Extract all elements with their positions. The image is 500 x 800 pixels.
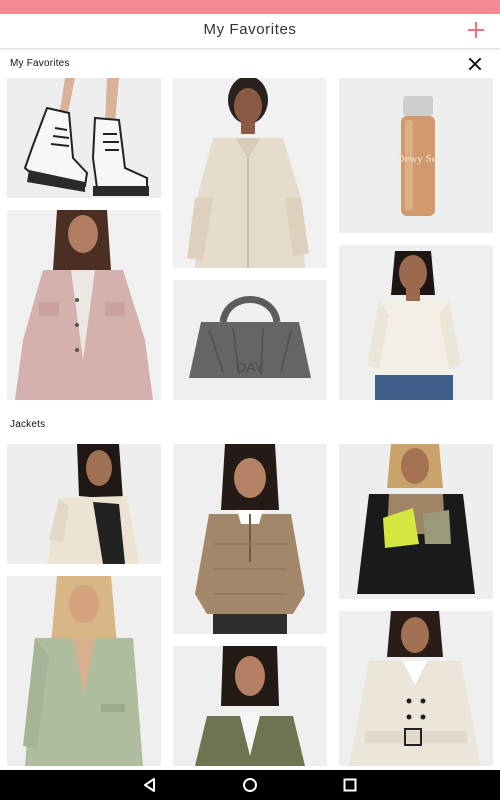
product-tile-cream-belted-coat[interactable] bbox=[339, 611, 493, 766]
bag-print-text: DAY bbox=[236, 359, 264, 375]
jacket-image bbox=[7, 210, 161, 400]
boots-image bbox=[7, 78, 161, 198]
spray-bottle-image: Dewy Set bbox=[339, 78, 493, 233]
status-bar bbox=[0, 0, 500, 14]
product-tile-cream-ribbed-top[interactable] bbox=[339, 245, 493, 400]
overshirt-image bbox=[7, 444, 161, 564]
system-nav-bar bbox=[0, 770, 500, 800]
shirt-image bbox=[173, 78, 327, 268]
product-tile-beige-oversized-shirt[interactable] bbox=[173, 78, 327, 268]
bottle-label-text: Dewy Set bbox=[396, 153, 439, 165]
home-circle-icon[interactable] bbox=[240, 775, 260, 795]
plus-icon[interactable] bbox=[466, 20, 486, 40]
product-tile-cream-overshirt-jacket[interactable] bbox=[7, 444, 161, 564]
favorites-section-label: My Favorites bbox=[10, 58, 70, 69]
product-tile-black-neon-fleece-jacket[interactable] bbox=[339, 444, 493, 599]
back-triangle-icon[interactable] bbox=[140, 775, 160, 795]
product-tile-grey-quilted-tote-bag[interactable]: DAY bbox=[173, 280, 327, 400]
app-bar: My Favorites bbox=[0, 14, 500, 49]
fleece-jacket-image bbox=[339, 444, 493, 599]
utility-jacket-image bbox=[173, 646, 327, 766]
pullover-image bbox=[173, 444, 327, 634]
close-icon[interactable] bbox=[468, 57, 482, 71]
product-tile-khaki-utility-jacket[interactable] bbox=[173, 646, 327, 766]
jackets-section-label: Jackets bbox=[10, 419, 46, 430]
recent-square-icon[interactable] bbox=[340, 775, 360, 795]
product-tile-sage-green-blazer[interactable] bbox=[7, 576, 161, 766]
page-title: My Favorites bbox=[203, 21, 297, 38]
product-tile-pink-corduroy-jacket[interactable] bbox=[7, 210, 161, 400]
tote-bag-image: DAY bbox=[173, 280, 327, 400]
product-tile-white-lace-up-boots[interactable] bbox=[7, 78, 161, 198]
product-tile-quilted-brown-pullover[interactable] bbox=[173, 444, 327, 634]
top-image bbox=[339, 245, 493, 400]
product-tile-dewy-set-spray-bottle[interactable]: Dewy Set bbox=[339, 78, 493, 233]
blazer-image bbox=[7, 576, 161, 766]
belted-coat-image bbox=[339, 611, 493, 766]
